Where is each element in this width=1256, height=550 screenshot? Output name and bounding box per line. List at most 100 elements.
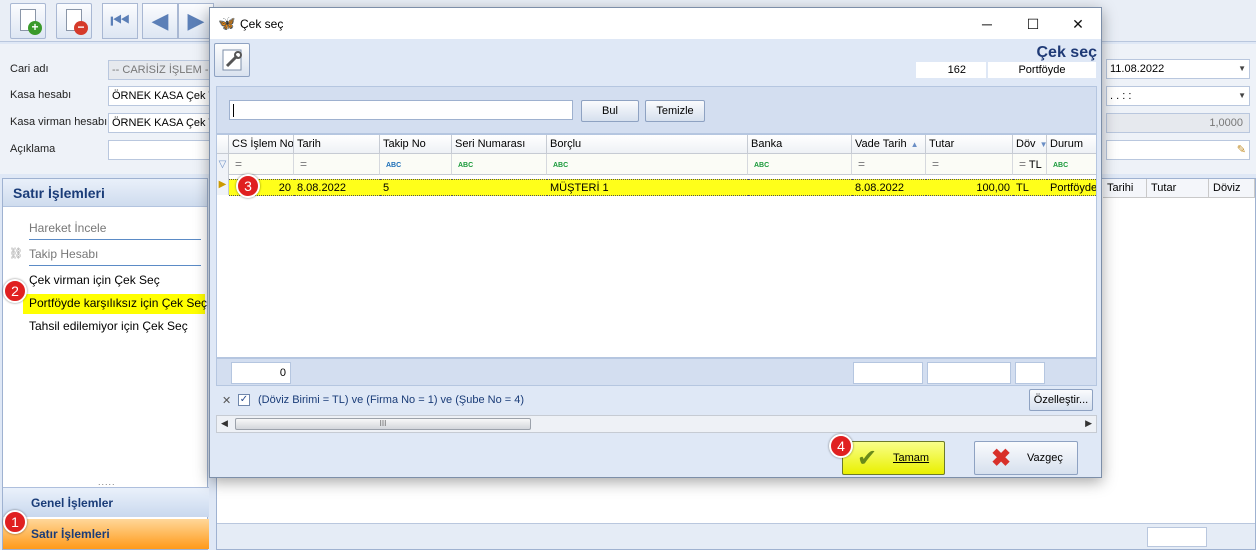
dialog-title: Çek seç [240,17,284,31]
maximize-icon: ☐ [1026,16,1040,32]
filter-banka[interactable]: ABC [748,154,852,175]
left-item-cek-virman[interactable]: Çek virman için Çek Seç [29,273,160,287]
aciklama-label: Açıklama [10,143,56,155]
clear-filter-icon[interactable]: ✕ [222,394,231,407]
filter-doviz-value: TL [1028,159,1042,171]
rate-field[interactable]: 1,0000 [1106,113,1250,133]
butterfly-logo-icon: 🦋 [218,15,236,31]
column-header-doviz[interactable]: Döv ▼ [1013,135,1047,154]
date-value: 11.08.2022 [1110,63,1165,75]
grid-footer [217,523,1255,549]
cell-tutar: 100,00 [926,179,1013,196]
left-item-takip-hesabi[interactable]: Takip Hesabı [29,247,98,261]
scroll-thumb[interactable]: III [235,418,531,430]
divider [29,239,201,240]
summary-footer: 0 [216,358,1097,386]
pen-icon[interactable]: ✎ [1237,141,1246,159]
new-record-button[interactable]: + [10,3,46,39]
dialog-titlebar[interactable]: 🦋 Çek seç ─ ☐ ✕ [210,8,1101,39]
time-field[interactable]: . . : : ▼ [1106,86,1250,106]
column-header-tarihi[interactable]: Tarihi [1103,179,1147,198]
filter-doviz[interactable]: = TL [1013,154,1047,175]
filter-enabled-checkbox[interactable]: ✓ [238,394,250,406]
filter-row-icon: ▽ [217,154,229,175]
left-panel-title: Satır İşlemleri [3,179,207,207]
search-input[interactable] [229,100,573,120]
description-field[interactable]: ✎ [1106,140,1250,160]
aciklama-field[interactable] [108,140,210,160]
filter-durum[interactable]: ABC [1047,154,1096,175]
remove-icon: − [74,21,88,35]
column-header-borclu[interactable]: Borçlu [547,135,748,154]
column-header-durum[interactable]: Durum [1047,135,1096,154]
column-header-tarih[interactable]: Tarih [294,135,380,154]
filter-borclu[interactable]: ABC [547,154,748,175]
kasa-field[interactable]: ÖRNEK KASA Çek TL [108,86,210,106]
previous-record-button[interactable]: ◀ [142,3,178,39]
cell-borclu: MÜŞTERİ 1 [547,179,748,196]
search-button[interactable]: Bul [581,100,639,122]
cari-field[interactable]: -- CARİSİZ İŞLEM -- [108,60,210,80]
left-item-tahsil-edilemiyor[interactable]: Tahsil edilemiyor için Çek Seç [29,319,188,333]
kasa-virman-field[interactable]: ÖRNEK KASA Çek TL [108,113,210,133]
filter-takip-no[interactable]: ABC [380,154,452,175]
cancel-button-label: Vazgeç [1027,452,1063,464]
first-record-button[interactable]: ⏮ [102,3,138,39]
customize-button[interactable]: Özelleştir... [1029,389,1093,411]
ok-button[interactable]: ✔ Tamam [842,441,945,475]
delete-record-button[interactable]: − [56,3,92,39]
close-button[interactable]: ✕ [1055,11,1101,37]
left-item-hareket-incele[interactable]: Hareket İncele [29,221,106,235]
horizontal-scrollbar[interactable]: ◀ III ▶ [216,415,1097,433]
dialog-header: Çek seç 162 Portföyde [210,39,1101,83]
scroll-right-icon[interactable]: ▶ [1085,418,1092,429]
add-icon: + [28,21,42,35]
callout-badge: 1 [3,510,27,534]
column-header-cs-islem-no[interactable]: CS İşlem No [229,135,294,154]
cell-vade-tarih: 8.08.2022 [852,179,926,196]
filter-tutar[interactable]: = [926,154,1013,175]
footer-cell [1147,527,1207,547]
filter-seri-numarasi[interactable]: ABC [452,154,547,175]
column-header-takip-no[interactable]: Takip No [380,135,452,154]
filter-expression[interactable]: (Döviz Birimi = TL) ve (Firma No = 1) ve… [258,394,524,406]
date-field[interactable]: 11.08.2022 ▼ [1106,59,1250,79]
kasa-label: Kasa hesabı [10,89,72,101]
text-filter-icon: ABC [458,162,474,169]
splitter-grip[interactable]: ..... [98,477,116,487]
summary-count: 0 [231,362,291,384]
column-header-seri-numarasi[interactable]: Seri Numarası [452,135,547,154]
settings-button[interactable] [214,43,250,77]
minimize-button[interactable]: ─ [964,11,1010,37]
column-header-tutar[interactable]: Tutar [926,135,1013,154]
summary-cell [1015,362,1045,384]
chevron-down-icon[interactable]: ▼ [1238,87,1246,105]
link-icon: ⛓ [9,248,23,260]
filter-tarih[interactable]: = [294,154,380,175]
maximize-button[interactable]: ☐ [1010,11,1056,37]
tab-satir-islemleri[interactable]: Satır İşlemleri [3,519,209,549]
close-icon: ✕ [1072,16,1084,32]
column-header-doviz[interactable]: Döviz [1209,179,1255,198]
filter-funnel-icon[interactable]: ▼ [1040,140,1046,149]
scroll-left-icon[interactable]: ◀ [221,418,228,429]
next-record-icon: ▶ [187,8,205,33]
clear-button[interactable]: Temizle [645,100,705,122]
cek-sec-dialog: 🦋 Çek seç ─ ☐ ✕ Çek seç 162 Portföyde Bu… [209,7,1102,478]
left-item-portfoyde-karsiliksiz[interactable]: Portföyde karşılıksız için Çek Seç [29,296,207,310]
text-filter-icon: ABC [754,162,770,169]
filter-vade-tarih[interactable]: = [852,154,926,175]
cancel-button[interactable]: ✖ Vazgeç [974,441,1078,475]
text-filter-icon: ABC [386,162,402,169]
cell-banka [748,179,852,196]
column-header-vade-tarih[interactable]: Vade Tarih ▲ [852,135,926,154]
column-header-banka[interactable]: Banka [748,135,852,154]
chevron-down-icon[interactable]: ▼ [1238,60,1246,78]
callout-badge: 2 [3,279,27,303]
checks-grid: CS İşlem No Tarih Takip No Seri Numarası… [216,134,1097,358]
divider [29,265,201,266]
column-header-tutar[interactable]: Tutar [1147,179,1209,198]
filter-cs-islem-no[interactable]: = [229,154,294,175]
minimize-icon: ─ [982,16,992,32]
tab-genel-islemler[interactable]: Genel İşlemler [3,487,209,517]
